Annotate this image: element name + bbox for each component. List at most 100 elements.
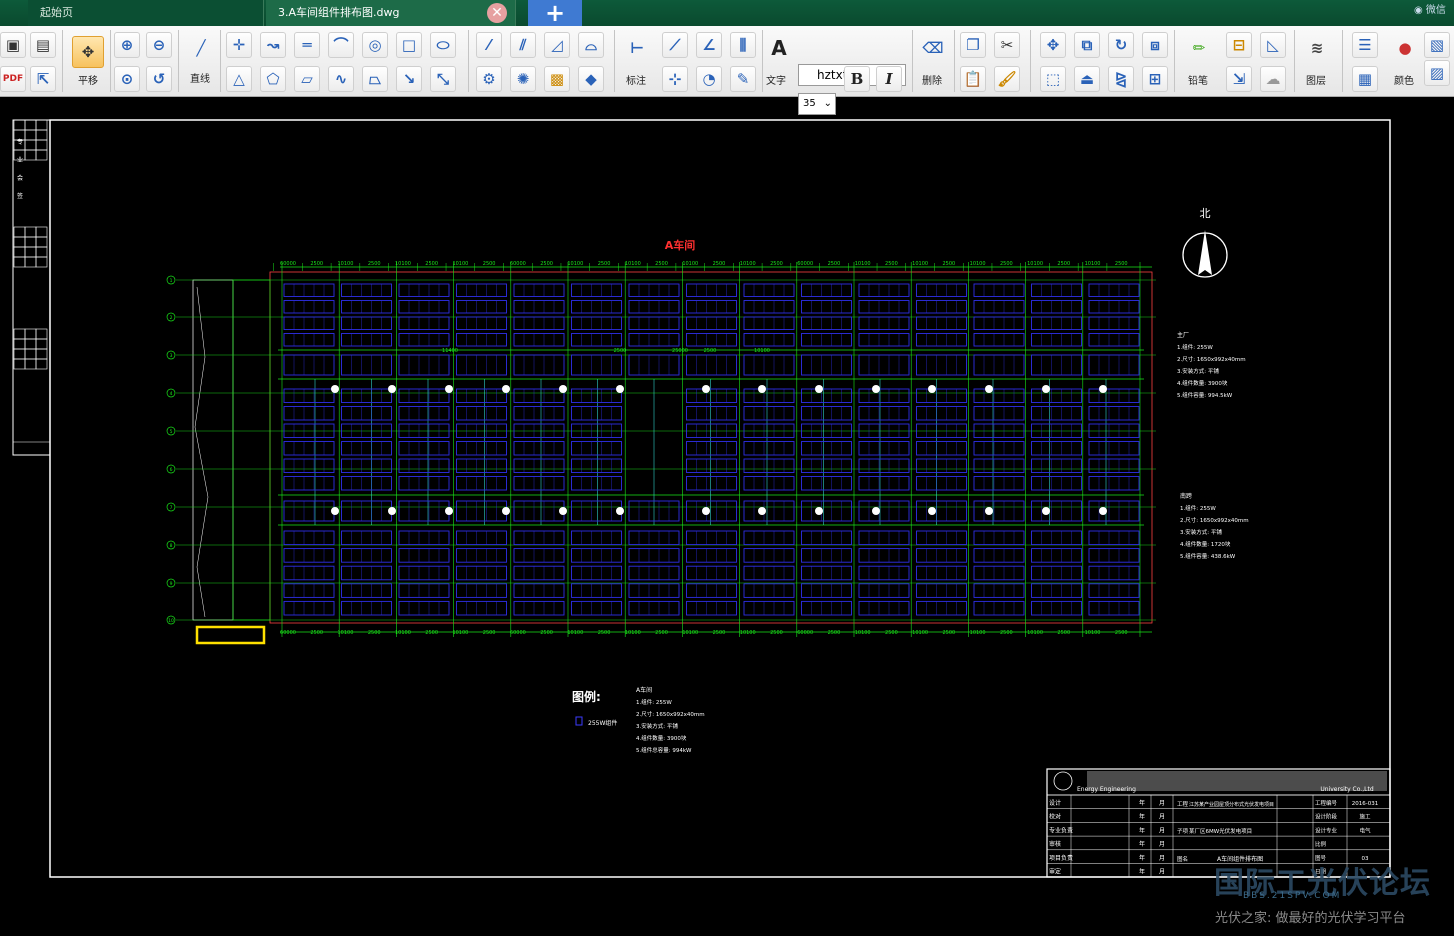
font-value: hztxt (817, 68, 848, 82)
offset-icon[interactable]: ⏏ (1074, 66, 1100, 92)
pencil-icon[interactable]: ✏ (1186, 36, 1212, 62)
eraser-icon[interactable]: ⌫ (920, 36, 946, 62)
text-tool-icon[interactable]: A (766, 36, 792, 62)
selection-highlight-box[interactable] (195, 625, 266, 645)
pv-module-array (686, 406, 737, 421)
angular-dimension-icon[interactable]: ∠ (696, 32, 722, 58)
viewports-icon[interactable]: ▨ (1424, 60, 1450, 86)
pv-module-array (858, 583, 910, 598)
cut-icon[interactable]: ✂ (994, 32, 1020, 58)
array-icon[interactable]: ⧈ (1142, 32, 1168, 58)
lineweight-icon[interactable]: ☰ (1352, 32, 1378, 58)
polygon-tool-icon[interactable]: ✺ (510, 66, 536, 92)
trim-tool-icon[interactable]: ⫽ (510, 32, 536, 58)
leader-icon[interactable]: ✎ (730, 66, 756, 92)
break-tool-icon[interactable]: ⁄ (476, 32, 502, 58)
side-cell (35, 328, 48, 340)
aligned-dimension-icon[interactable]: ⟋ (662, 32, 688, 58)
ellipse-tool-icon[interactable]: ⬭ (430, 32, 456, 58)
close-tab-icon[interactable]: ✕ (487, 3, 507, 23)
skylight-marker (815, 385, 823, 393)
hatch-tool-icon[interactable]: ▩ (544, 66, 570, 92)
paste-icon[interactable]: 📋 (960, 66, 986, 92)
trapezoid-tool-icon[interactable]: ⏢ (362, 66, 388, 92)
pv-module-array (1088, 354, 1140, 376)
side-cell-label: 专 (17, 138, 23, 146)
arc-tool-icon[interactable]: ⌒ (328, 32, 354, 58)
gear-icon[interactable]: ⚙ (476, 66, 502, 92)
continue-dimension-icon[interactable]: ⫼ (730, 32, 756, 58)
zoom-previous-icon[interactable]: ↺ (146, 66, 172, 92)
save-icon[interactable]: ▣ (0, 32, 26, 58)
dimension-text-top: 2500 (655, 261, 668, 267)
pv-module-array (513, 283, 565, 297)
workshop-spec-notes: A车间 1.组件: 255W 2.尺寸: 1650x992x40mm 3.安装方式: … (636, 686, 705, 754)
match-properties-icon[interactable]: 🖌 (994, 66, 1020, 92)
dimension-text-top: 2500 (368, 261, 381, 267)
line-tool-icon[interactable]: ╱ (188, 36, 214, 62)
pan-button[interactable]: ✥ (72, 36, 104, 68)
tab-drawing-file[interactable]: 3.A车间组件排布图.dwg (266, 0, 516, 26)
dimension-text-top: 2500 (540, 261, 553, 267)
scale-icon[interactable]: ⧉ (1074, 32, 1100, 58)
pv-module-array (686, 458, 737, 473)
rotate-icon[interactable]: ↻ (1108, 32, 1134, 58)
ray-tool-icon[interactable]: ↘ (396, 66, 422, 92)
fill-tool-icon[interactable]: ◆ (578, 66, 604, 92)
pv-module-array (801, 316, 852, 330)
xline-tool-icon[interactable]: ⤡ (430, 66, 456, 92)
color-wheel-icon[interactable]: ● (1392, 36, 1418, 62)
radius-dimension-icon[interactable]: ◔ (696, 66, 722, 92)
linetype-icon[interactable]: ▦ (1352, 66, 1378, 92)
triangle-tool-icon[interactable]: △ (226, 66, 252, 92)
stretch-icon[interactable]: ⬚ (1040, 66, 1066, 92)
parallelogram-tool-icon[interactable]: ▱ (294, 66, 320, 92)
add-tab-button[interactable]: + (528, 0, 582, 26)
dimension-icon[interactable]: ⊢ (624, 36, 650, 62)
zoom-window-icon[interactable]: ⊙ (114, 66, 140, 92)
layer-icon[interactable]: ≋ (1304, 36, 1330, 62)
polyline-tool-icon[interactable]: ↝ (260, 32, 286, 58)
zoom-out-icon[interactable]: ⊖ (146, 32, 172, 58)
user-area[interactable]: ◉ 微信 (1414, 0, 1454, 26)
drawing-canvas[interactable]: 专业会签 北 A车间 1 2 3 4 5 6 7 8 9 10 60000 60000 2500 2500… (0, 97, 1454, 932)
pv-module-array (973, 316, 1025, 330)
circle-tool-icon[interactable]: ◎ (362, 32, 388, 58)
pv-module-array (858, 283, 910, 297)
measure-distance-icon[interactable]: ⊟ (1226, 32, 1252, 58)
dimension-text-bottom: 2500 (828, 630, 841, 636)
zoom-in-icon[interactable]: ⊕ (114, 32, 140, 58)
export-image-icon[interactable]: ⇱ (30, 66, 56, 92)
fillet-tool-icon[interactable]: ◿ (544, 32, 570, 58)
cloud-icon[interactable]: ☁ (1260, 66, 1286, 92)
copy-icon[interactable]: ❐ (960, 32, 986, 58)
block-icon[interactable]: ⊞ (1142, 66, 1168, 92)
move-icon[interactable]: ✥ (1040, 32, 1066, 58)
spline-tool-icon[interactable]: ∿ (328, 66, 354, 92)
double-line-tool-icon[interactable]: ═ (294, 32, 320, 58)
pv-module-array (398, 283, 450, 297)
italic-button[interactable]: I (876, 66, 902, 92)
point-tool-icon[interactable]: ✛ (226, 32, 252, 58)
pv-module-array (283, 476, 335, 491)
pv-module-array (916, 316, 967, 330)
pv-module-array (456, 583, 507, 598)
pv-module-array (686, 283, 737, 297)
skylight-marker (445, 507, 453, 515)
dimension-text-bottom: 2500 (1057, 630, 1070, 636)
properties-icon[interactable]: ▧ (1424, 32, 1450, 58)
side-cell (24, 256, 37, 268)
insert-icon[interactable]: ⇲ (1226, 66, 1252, 92)
extend-tool-icon[interactable]: ⌓ (578, 32, 604, 58)
bold-button[interactable]: B (844, 66, 870, 92)
measure-area-icon[interactable]: ◺ (1260, 32, 1286, 58)
rectangle-tool-icon[interactable]: □ (396, 32, 422, 58)
mirror-icon[interactable]: ⧎ (1108, 66, 1134, 92)
export-pdf-icon[interactable]: PDF (0, 66, 26, 92)
pv-module-array (973, 300, 1025, 314)
pentagon-tool-icon[interactable]: ⬠ (260, 66, 286, 92)
save-as-icon[interactable]: ▤ (30, 32, 56, 58)
ordinate-dimension-icon[interactable]: ⊹ (662, 66, 688, 92)
notes-line: 5.组件容量: 994.5kW (1177, 391, 1233, 399)
tab-start-page[interactable]: 起始页 (28, 0, 264, 26)
